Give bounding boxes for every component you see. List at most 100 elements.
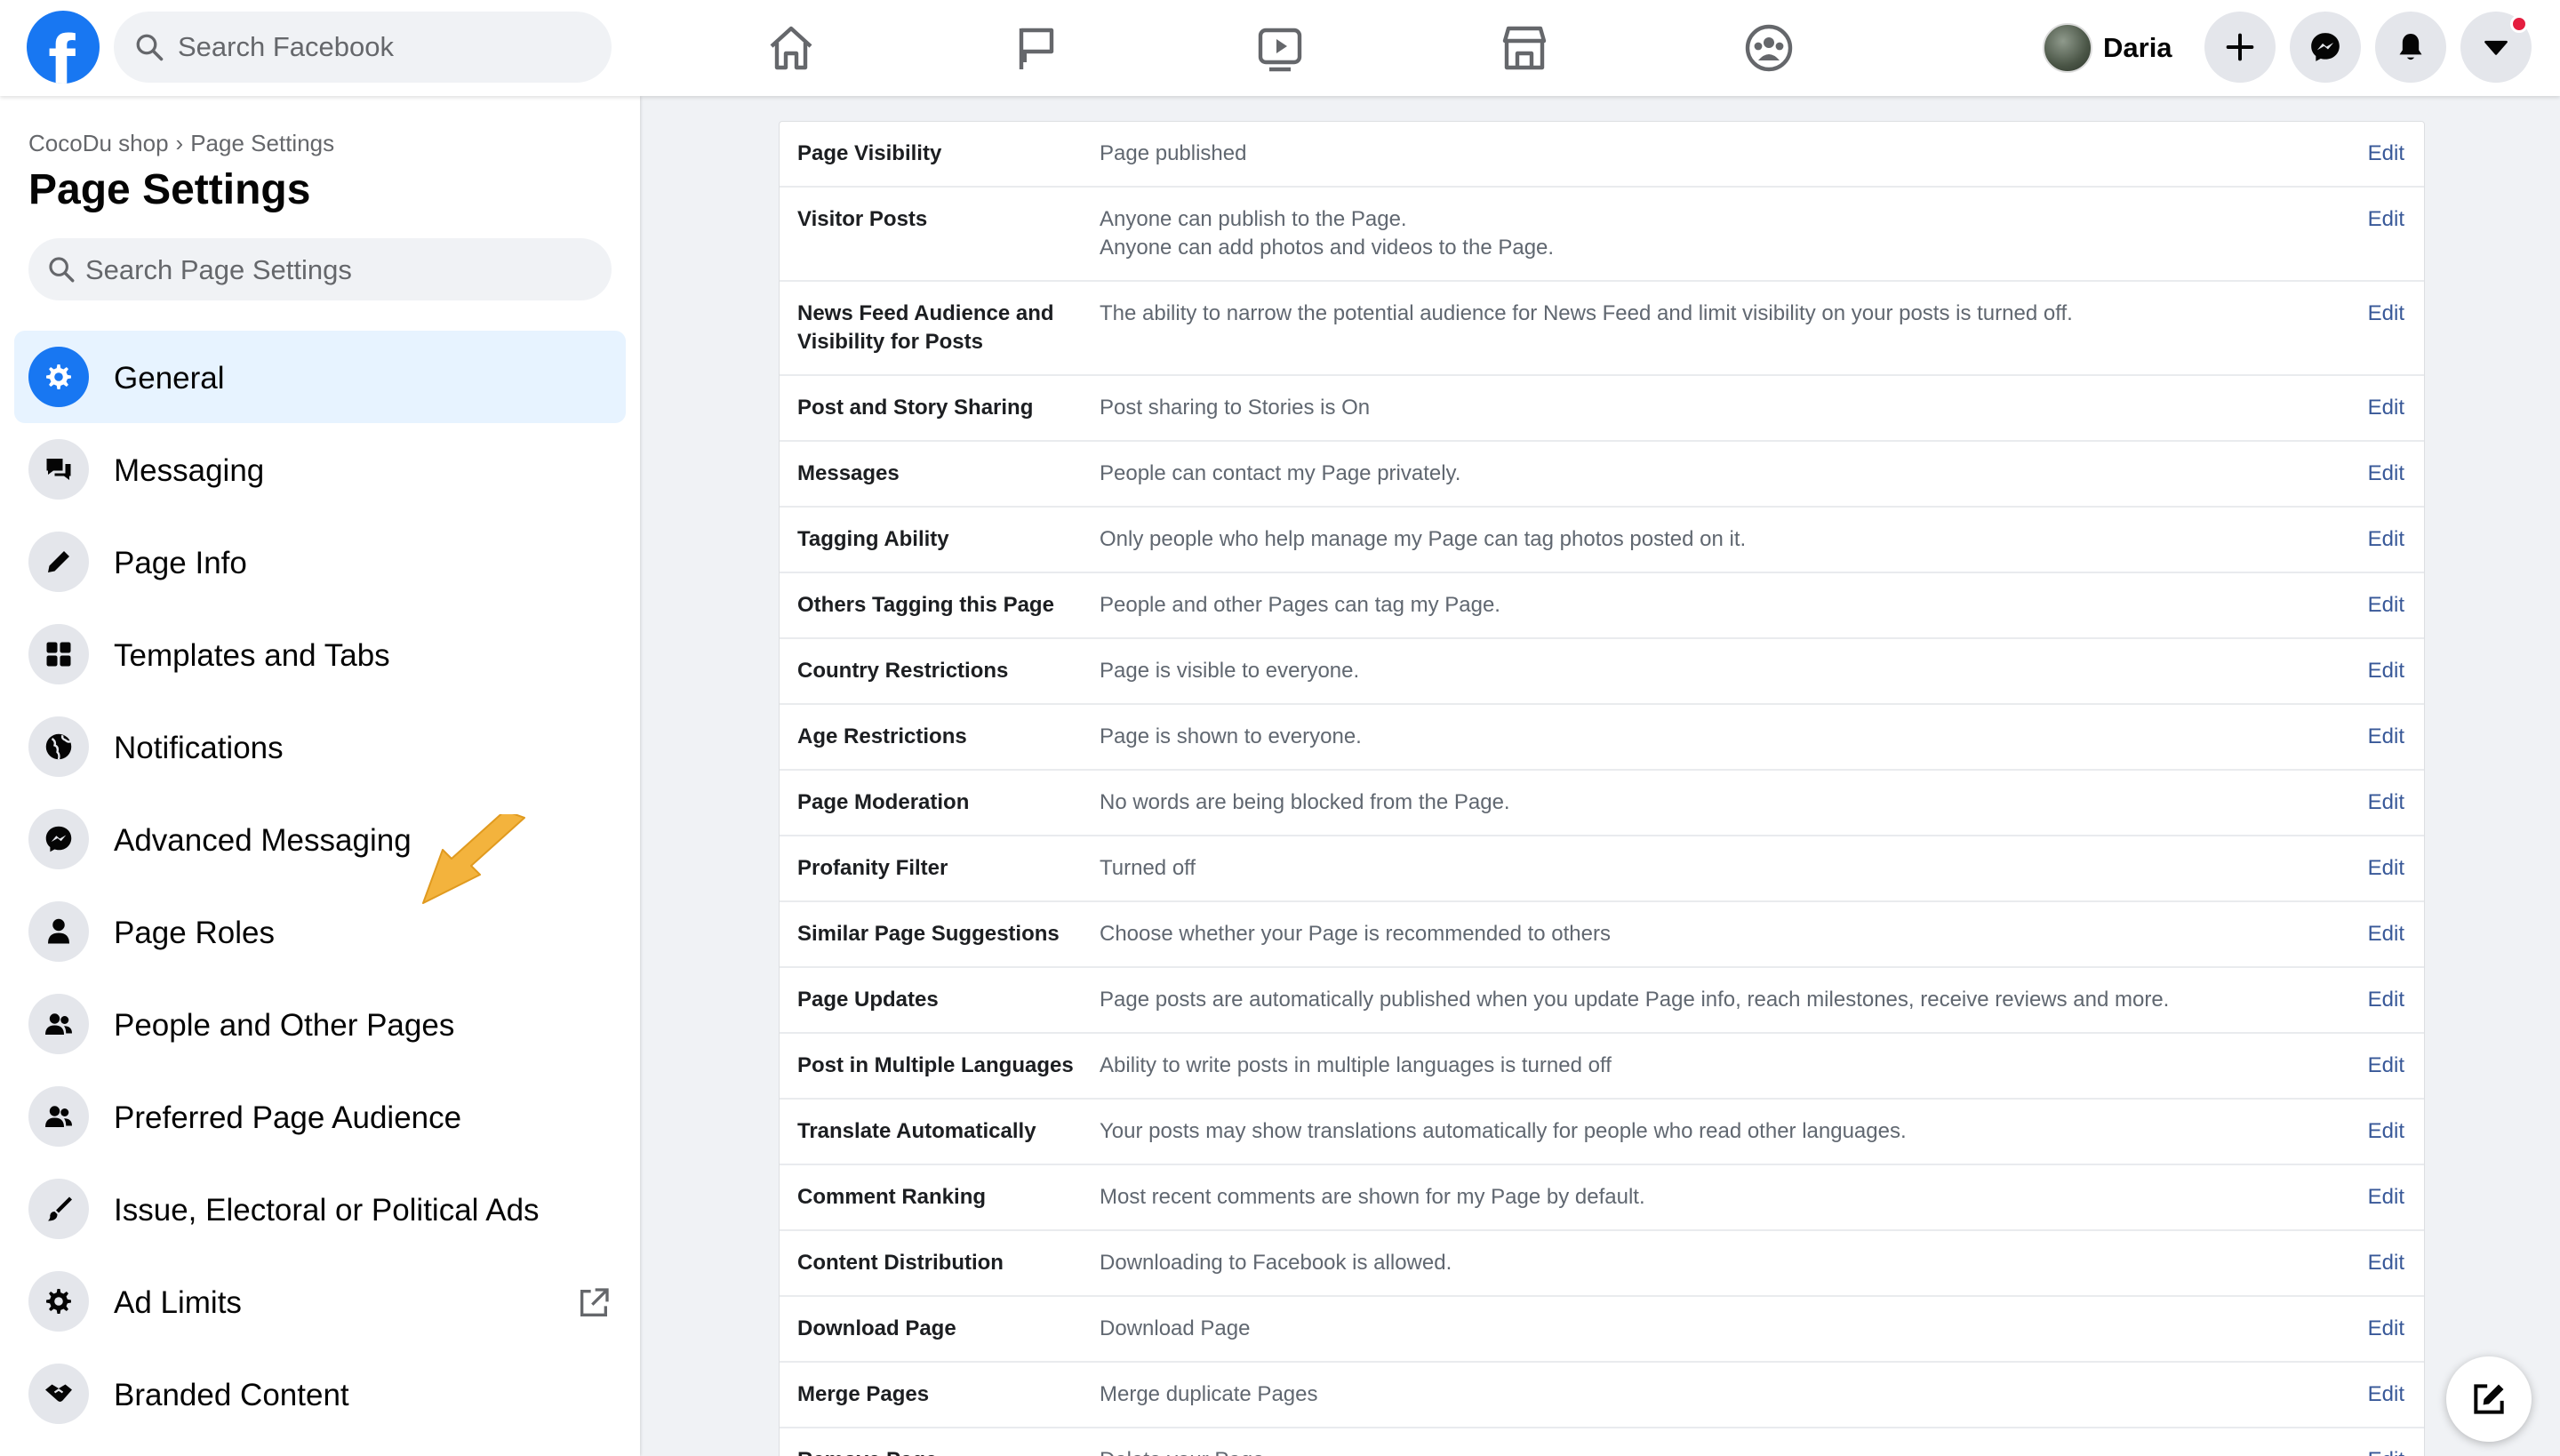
setting-value: Your posts may show translations automat… [1100,1119,1907,1143]
sidebar-item-label: Page Roles [114,916,275,950]
edit-link[interactable]: Edit [2368,657,2404,685]
setting-name: Similar Page Suggestions [797,922,1060,946]
edit-link[interactable]: Edit [2368,394,2404,422]
settings-row[interactable]: Country Restrictions Page is visible to e… [780,639,2424,705]
edit-link[interactable]: Edit [2368,1249,2404,1277]
edit-link[interactable]: Edit [2368,920,2404,948]
edit-link[interactable]: Edit [2368,854,2404,883]
edit-link[interactable]: Edit [2368,300,2404,328]
edit-link[interactable]: Edit [2368,525,2404,554]
edit-link[interactable]: Edit [2368,986,2404,1014]
settings-search-input[interactable]: Search Page Settings [28,238,612,300]
settings-row[interactable]: Remove Page Delete your Page Edit [780,1428,2424,1456]
sidebar-item-messaging[interactable]: Messaging [14,423,626,516]
search-icon [49,257,75,283]
notifications-button[interactable] [2375,12,2446,83]
settings-row[interactable]: Profanity Filter Turned off Edit [780,836,2424,902]
profile-shortcut[interactable]: Daria [2037,12,2197,84]
settings-row[interactable]: Comment Ranking Most recent comments are … [780,1165,2424,1231]
settings-row[interactable]: Others Tagging this Page People and other… [780,573,2424,639]
icon-circle [28,532,89,592]
edit-link[interactable]: Edit [2368,1315,2404,1343]
create-button[interactable] [2204,12,2276,83]
settings-row[interactable]: Page Updates Page posts are automatically… [780,968,2424,1034]
grid-icon [46,642,71,667]
settings-row[interactable]: Page Visibility Page published Edit [780,122,2424,188]
setting-value: Only people who help manage my Page can … [1100,527,1747,551]
edit-link[interactable]: Edit [2368,460,2404,488]
sidebar-item-general[interactable]: General [14,331,626,423]
marketplace-icon[interactable] [1496,20,1553,76]
external-link-icon[interactable] [576,1285,612,1321]
chevron-down-icon [2484,40,2508,55]
setting-value: Most recent comments are shown for my Pa… [1100,1185,1645,1209]
edit-link[interactable]: Edit [2368,205,2404,234]
settings-row[interactable]: Page Moderation No words are being blocke… [780,771,2424,836]
settings-row[interactable]: Download Page Download Page Edit [780,1297,2424,1363]
setting-value: Anyone can publish to the Page. Anyone c… [1100,207,1555,260]
setting-value: Page is shown to everyone. [1100,724,1362,748]
setting-name: Country Restrictions [797,659,1009,683]
gear-icon [46,364,71,389]
sidebar-item-ad-limits[interactable]: Ad Limits [14,1255,626,1348]
facebook-logo-icon[interactable]: f [27,11,100,84]
setting-value: No words are being blocked from the Page… [1100,790,1510,814]
sidebar-item-label: Issue, Electoral or Political Ads [114,1193,540,1228]
facebook-search-input[interactable]: Search Facebook [114,12,612,83]
icon-circle [28,1179,89,1239]
brush-icon [48,1196,72,1221]
sidebar-item-people-and-other-pages[interactable]: People and Other Pages [14,978,626,1070]
messenger-icon [45,826,72,852]
setting-name: Page Visibility [797,141,942,165]
edit-link[interactable]: Edit [2368,1380,2404,1409]
setting-name: Profanity Filter [797,856,948,880]
home-icon[interactable] [763,20,820,76]
top-navigation-bar: f Search Facebook Daria [0,0,2560,96]
setting-value: Ability to write posts in multiple langu… [1100,1053,1612,1077]
edit-link[interactable]: Edit [2368,1052,2404,1080]
compose-icon [2474,1384,2504,1414]
settings-row[interactable]: Tagging Ability Only people who help mana… [780,508,2424,573]
edit-link[interactable]: Edit [2368,1117,2404,1146]
setting-value: People can contact my Page privately. [1100,461,1461,485]
settings-row[interactable]: Post in Multiple Languages Ability to wri… [780,1034,2424,1100]
account-menu-button[interactable] [2460,12,2532,83]
breadcrumb-separator: › [175,130,184,156]
settings-row[interactable]: Messages People can contact my Page priva… [780,442,2424,508]
settings-row[interactable]: Translate Automatically Your posts may sh… [780,1100,2424,1165]
sidebar-item-political-ads[interactable]: Issue, Electoral or Political Ads [14,1163,626,1255]
settings-row[interactable]: Similar Page Suggestions Choose whether y… [780,902,2424,968]
sidebar-item-preferred-page-audience[interactable]: Preferred Page Audience [14,1070,626,1163]
sidebar-item-page-info[interactable]: Page Info [14,516,626,608]
setting-name: Post and Story Sharing [797,396,1034,420]
edit-link[interactable]: Edit [2368,1183,2404,1212]
settings-row[interactable]: Post and Story Sharing Post sharing to St… [780,376,2424,442]
settings-row[interactable]: News Feed Audience and Visibility for Po… [780,282,2424,376]
setting-value: People and other Pages can tag my Page. [1100,593,1500,617]
setting-name: Download Page [797,1316,956,1340]
messenger-button[interactable] [2290,12,2361,83]
groups-icon[interactable] [1740,20,1797,76]
sidebar-item-notifications[interactable]: Notifications [14,700,626,793]
edit-link[interactable]: Edit [2368,140,2404,168]
sidebar-item-branded-content[interactable]: Branded Content [14,1348,626,1440]
breadcrumb-page-link[interactable]: CocoDu shop [28,130,169,156]
setting-name: News Feed Audience and Visibility for Po… [797,301,1054,354]
compose-message-button[interactable] [2446,1356,2532,1442]
settings-row[interactable]: Content Distribution Downloading to Faceb… [780,1231,2424,1297]
edit-link[interactable]: Edit [2368,723,2404,751]
watch-icon[interactable] [1252,20,1308,76]
settings-row[interactable]: Visitor Posts Anyone can publish to the P… [780,188,2424,282]
sidebar-item-advanced-messaging[interactable]: Advanced Messaging [14,793,626,885]
edit-link[interactable]: Edit [2368,788,2404,817]
sidebar-item-templates-and-tabs[interactable]: Templates and Tabs [14,608,626,700]
edit-link[interactable]: Edit [2368,591,2404,620]
edit-link[interactable]: Edit [2368,1446,2404,1456]
setting-value: Choose whether your Page is recommended … [1100,922,1611,946]
sidebar-item-page-roles[interactable]: Page Roles [14,885,626,978]
icon-circle [28,624,89,684]
setting-name: Others Tagging this Page [797,593,1054,617]
settings-row[interactable]: Age Restrictions Page is shown to everyon… [780,705,2424,771]
flag-icon[interactable] [1007,20,1064,76]
settings-row[interactable]: Merge Pages Merge duplicate Pages Edit [780,1363,2424,1428]
